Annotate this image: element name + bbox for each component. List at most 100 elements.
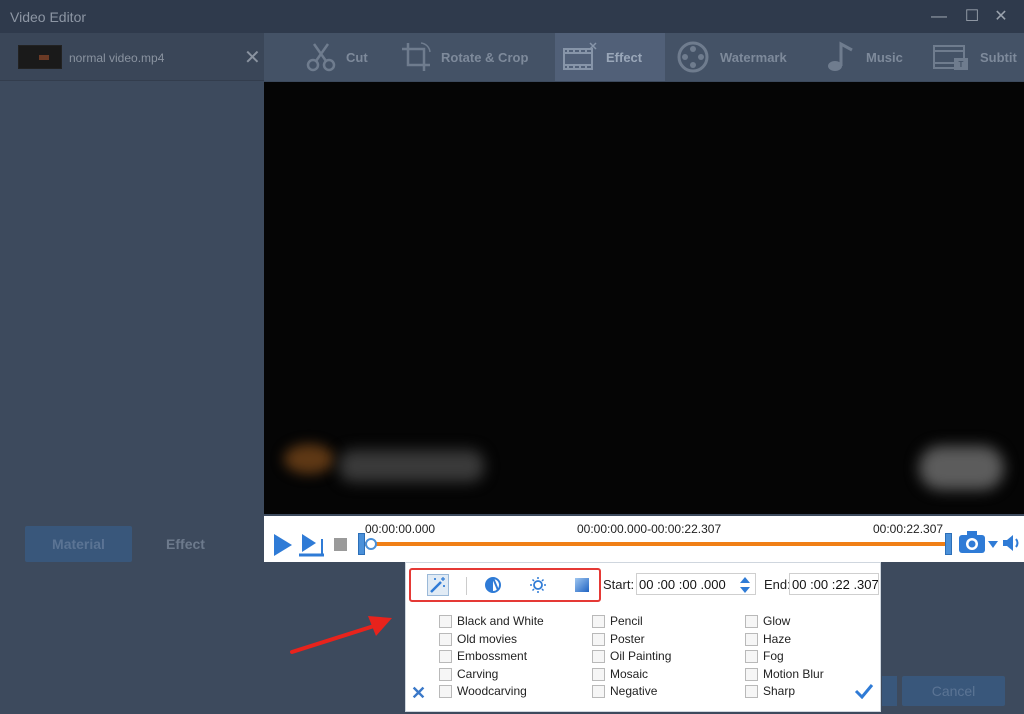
tab-watermark-label: Watermark [720, 49, 787, 65]
checkbox[interactable] [745, 632, 758, 646]
effect-option[interactable]: Glow [745, 614, 790, 628]
effect-option[interactable]: Negative [592, 684, 657, 698]
effect-label: Motion Blur [763, 667, 824, 681]
checkbox[interactable] [592, 684, 605, 698]
checkbox[interactable] [592, 614, 605, 628]
video-preview[interactable] [264, 82, 1024, 514]
play-icon[interactable] [272, 533, 294, 557]
brightness-icon[interactable] [527, 574, 549, 596]
file-name: normal video.mp4 [69, 51, 165, 65]
window-title: Video Editor [10, 9, 87, 25]
effect-label: Haze [763, 632, 792, 646]
svg-text:T: T [959, 60, 964, 69]
checkmark-icon[interactable] [854, 683, 874, 699]
effect-option[interactable]: Poster [592, 632, 645, 646]
checkbox[interactable] [439, 667, 452, 681]
sidebar: Material Effect [0, 82, 264, 714]
tab-rotate-crop-label: Rotate & Crop [441, 49, 529, 65]
timeline-track[interactable] [362, 542, 946, 546]
effect-option[interactable]: Motion Blur [745, 667, 824, 681]
effect-label: Fog [763, 649, 784, 663]
effect-option[interactable]: Black and White [439, 614, 544, 628]
effect-option[interactable]: Carving [439, 667, 498, 681]
checkbox[interactable] [439, 614, 452, 628]
remove-file-button[interactable]: ✕ [244, 45, 261, 70]
effect-category-group [409, 568, 601, 602]
tab-effect[interactable]: Effect [555, 33, 665, 81]
effect-option[interactable]: Fog [745, 649, 784, 663]
effect-option[interactable]: Oil Painting [592, 649, 671, 663]
tab-subtitle[interactable]: T Subtit [932, 33, 1017, 81]
video-thumbnail [18, 45, 62, 69]
editor-tabs: Cut Rotate & Crop Effect Watermark Music… [264, 33, 1024, 81]
checkbox[interactable] [592, 632, 605, 646]
volume-icon[interactable] [1002, 534, 1022, 552]
effect-option[interactable]: Embossment [439, 649, 527, 663]
effect-option[interactable]: Sharp [745, 684, 795, 698]
effect-label: Pencil [610, 614, 643, 628]
start-timecode: 00:00:00.000 [365, 522, 436, 536]
effect-option[interactable]: Pencil [592, 614, 643, 628]
saturation-icon[interactable] [571, 574, 593, 596]
tab-cut-label: Cut [346, 49, 368, 65]
scissors-icon [306, 43, 336, 72]
start-trim-handle[interactable] [358, 533, 365, 555]
play-segment-icon[interactable] [298, 533, 326, 557]
effect-label: Old movies [457, 632, 518, 646]
checkbox[interactable] [745, 649, 758, 663]
close-window-button[interactable]: ✕ [990, 6, 1012, 28]
end-label: End: [764, 577, 791, 592]
playhead-knob[interactable] [365, 538, 377, 550]
ok-button[interactable] [882, 676, 897, 706]
range-timecode: 00:00:00.000-00:00:22.307 [577, 522, 722, 536]
material-tab[interactable]: Material [25, 526, 132, 562]
close-icon[interactable]: ✕ [411, 683, 426, 704]
effect-label: Black and White [457, 614, 544, 628]
checkbox[interactable] [745, 614, 758, 628]
blurred-logo [284, 444, 334, 474]
effect-option[interactable]: Old movies [439, 632, 517, 646]
contrast-icon[interactable] [482, 574, 504, 596]
video-editor-window: Video Editor — ☐ ✕ normal video.mp4 ✕ Cu… [0, 0, 1024, 714]
checkbox[interactable] [439, 649, 452, 663]
maximize-button[interactable]: ☐ [961, 6, 983, 28]
stop-icon[interactable] [334, 538, 347, 551]
tab-watermark[interactable]: Watermark [676, 33, 787, 81]
magic-wand-icon[interactable] [427, 574, 449, 596]
film-reel-icon [677, 41, 709, 73]
effect-label: Carving [457, 667, 499, 681]
end-trim-handle[interactable] [945, 533, 952, 555]
effect-option[interactable]: Woodcarving [439, 684, 527, 698]
tab-cut[interactable]: Cut [304, 33, 368, 81]
checkbox[interactable] [439, 632, 452, 646]
blurred-caption [339, 450, 484, 482]
effect-option[interactable]: Haze [745, 632, 791, 646]
chevron-down-icon[interactable] [988, 541, 998, 548]
subtitle-icon: T [933, 45, 968, 70]
start-time-input[interactable]: 00 :00 :00 .000 [636, 573, 756, 595]
effect-option[interactable]: Mosaic [592, 667, 648, 681]
time-stepper-icon[interactable] [739, 575, 751, 595]
checkbox[interactable] [745, 667, 758, 681]
effect-label: Oil Painting [610, 649, 672, 663]
cancel-button[interactable]: Cancel [902, 676, 1005, 706]
tab-music-label: Music [866, 49, 903, 65]
effect-label: Woodcarving [457, 684, 527, 698]
tab-rotate-crop[interactable]: Rotate & Crop [399, 33, 528, 81]
checkbox[interactable] [439, 684, 452, 698]
effect-label: Mosaic [610, 667, 649, 681]
effect-label: Glow [763, 614, 791, 628]
file-item[interactable]: normal video.mp4 ✕ [0, 33, 264, 81]
minimize-button[interactable]: — [928, 6, 950, 28]
tab-music[interactable]: Music [824, 33, 903, 81]
annotation-arrow-icon [290, 616, 392, 654]
blurred-badge [919, 446, 1004, 490]
end-time-input[interactable]: 00 :00 :22 .307 [789, 573, 879, 595]
checkbox[interactable] [592, 649, 605, 663]
tab-effect-label: Effect [606, 49, 643, 65]
crop-icon [402, 42, 431, 71]
checkbox[interactable] [592, 667, 605, 681]
effect-side-tab[interactable]: Effect [132, 526, 239, 562]
camera-icon[interactable] [958, 530, 986, 554]
checkbox[interactable] [745, 684, 758, 698]
